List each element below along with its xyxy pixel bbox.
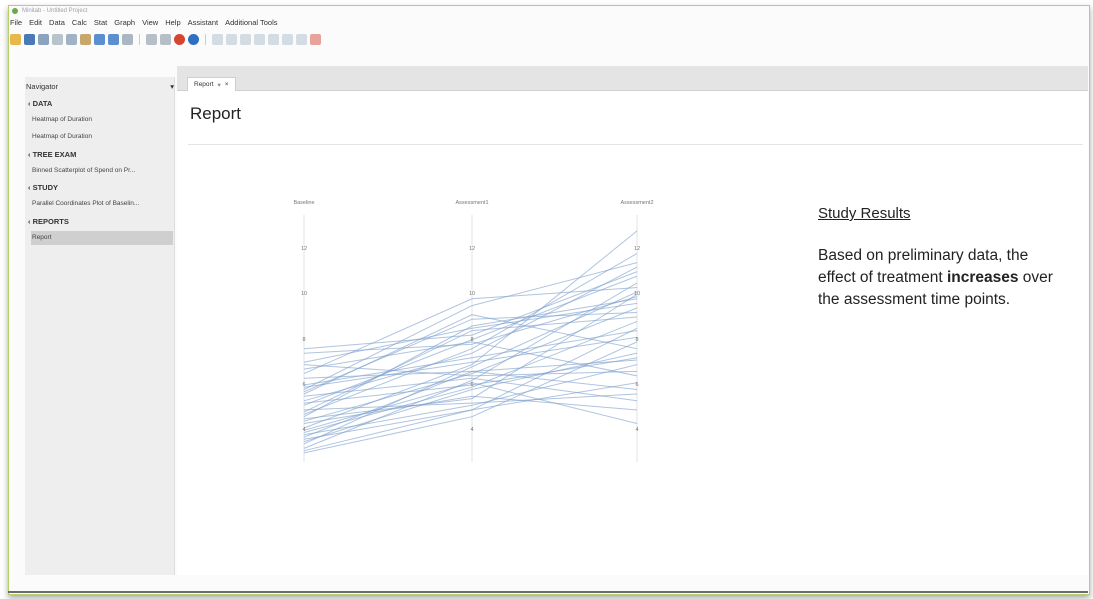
axis-label: Assessment2 [620, 200, 654, 206]
tick-label: 10 [300, 291, 308, 298]
tick-label: 6 [470, 381, 474, 388]
tick-label: 8 [635, 336, 639, 343]
tick-label: 12 [468, 245, 476, 252]
tick-label: 12 [300, 245, 308, 252]
tick-label: 12 [633, 245, 641, 252]
window-bottom-edge [8, 591, 1088, 593]
study-results-text: Based on preliminary data, the effect of… [818, 245, 1068, 311]
tick-label: 8 [302, 336, 306, 343]
axis-label: Baseline [293, 200, 315, 206]
study-text-emphasis: increases [946, 269, 1019, 286]
tick-label: 4 [470, 427, 474, 434]
tick-label: 6 [635, 381, 639, 388]
tick-label: 8 [470, 336, 474, 343]
tick-label: 10 [633, 291, 641, 298]
axis-label: Assessment1 [455, 200, 489, 206]
series-line [303, 364, 638, 436]
tick-label: 6 [302, 381, 306, 388]
tick-label: 4 [302, 427, 306, 434]
study-results-heading: Study Results [818, 205, 911, 222]
tick-label: 10 [468, 291, 476, 298]
tick-label: 4 [635, 427, 639, 434]
